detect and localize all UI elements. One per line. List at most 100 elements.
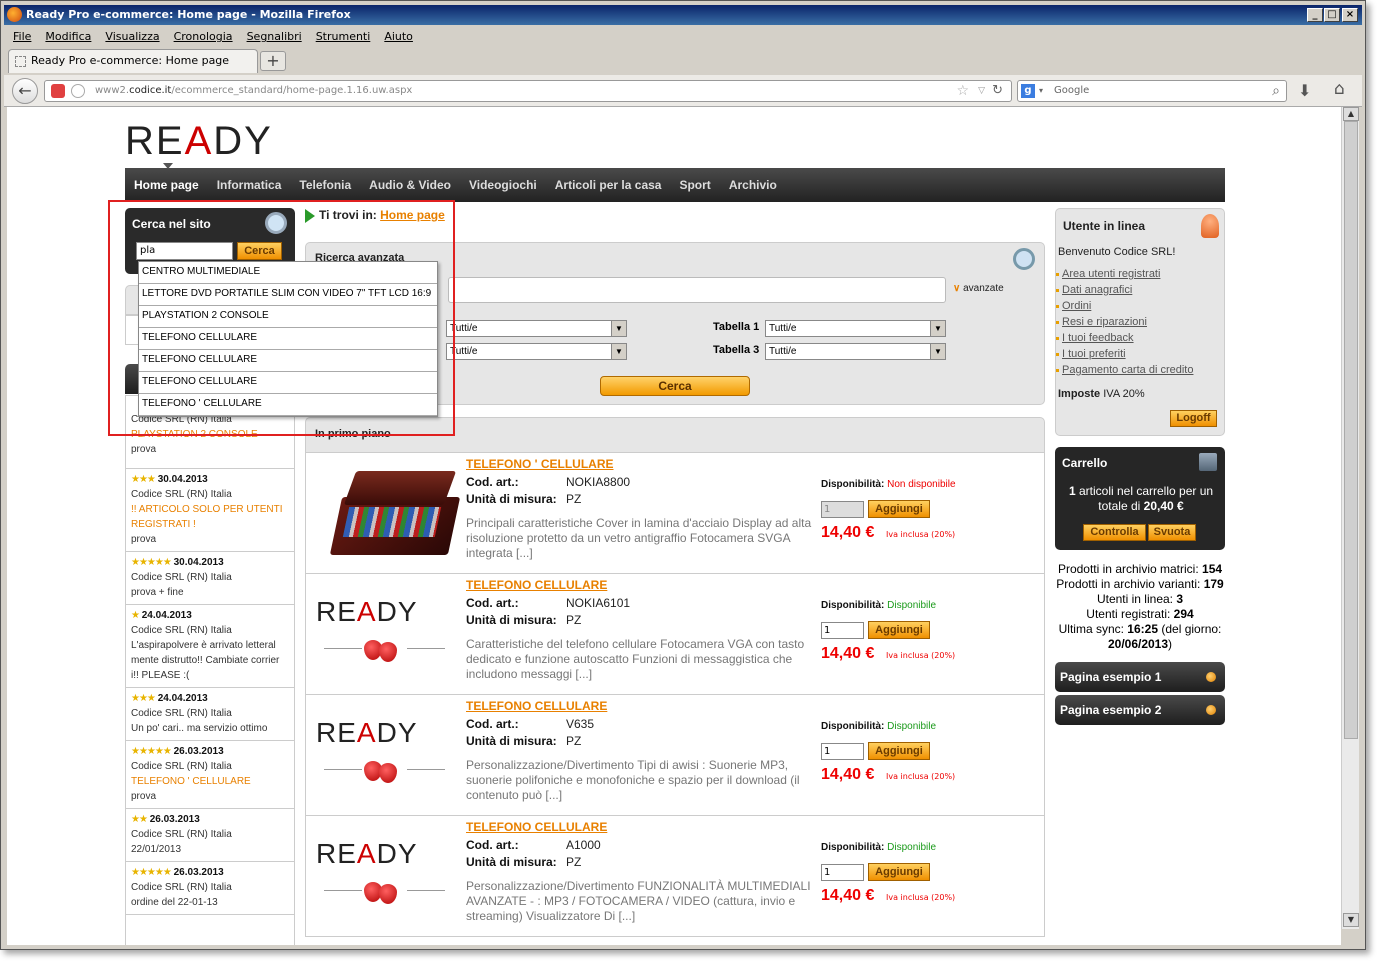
add-to-cart-button[interactable]: Aggiungi [868, 863, 930, 881]
vertical-scrollbar[interactable]: ▲ ▼ [1341, 107, 1359, 929]
product-title-link[interactable]: TELEFONO CELLULARE [466, 820, 607, 834]
advanced-search-button[interactable]: Cerca [600, 376, 750, 396]
quantity-input[interactable]: 1 [821, 743, 864, 760]
add-to-cart-button[interactable]: Aggiungi [868, 500, 930, 518]
engine-dropdown-icon[interactable]: ▾ [1039, 81, 1043, 101]
select-value: Tutti/e [769, 346, 797, 357]
code-label: Cod. art.: [466, 596, 519, 610]
table3-select[interactable]: Tutti/e ▼ [765, 343, 946, 360]
search-engine-box[interactable]: g ▾ Google ⌕ [1017, 80, 1287, 102]
menu-bar: File Modifica Visualizza Cronologia Segnalib… [4, 27, 1362, 47]
review-product-link[interactable]: TELEFONO ' CELLULARE [131, 774, 289, 789]
quantity-input: 1 [821, 501, 864, 518]
nav-archivio[interactable]: Archivio [720, 168, 786, 202]
nav-videogiochi[interactable]: Videogiochi [460, 168, 546, 202]
minimize-button[interactable]: _ [1307, 8, 1323, 22]
ready-logo-image: READY [316, 596, 418, 628]
cart-total: 20,40 € [1143, 499, 1184, 513]
product-image[interactable]: READY [314, 584, 459, 686]
cart-check-button[interactable]: Controlla [1083, 524, 1146, 541]
product-unit: PZ [566, 855, 582, 869]
link-area-utenti[interactable]: Area utenti registrati [1055, 268, 1160, 280]
nav-casa[interactable]: Articoli per la casa [546, 168, 671, 202]
divider-line [407, 769, 445, 770]
page-example-2-button[interactable]: Pagina esempio 2 [1055, 695, 1225, 725]
link-dati-anagrafici[interactable]: Dati anagrafici [1055, 284, 1132, 296]
link-pagamento[interactable]: Pagamento carta di credito [1055, 364, 1193, 376]
browser-tab[interactable]: Ready Pro e-commerce: Home page [8, 49, 258, 73]
product-image[interactable] [314, 463, 461, 565]
menu-strumenti[interactable]: Strumenti [307, 27, 376, 43]
review-author: Codice SRL (RN) Italia [131, 761, 232, 772]
close-button[interactable]: × [1342, 8, 1358, 22]
product-title-link[interactable]: TELEFONO CELLULARE [466, 578, 607, 592]
review-text: L'aspirapolvere è arrivato letteral ment… [131, 640, 280, 681]
page-example-1-button[interactable]: Pagina esempio 1 [1055, 662, 1225, 692]
search-go-icon[interactable]: ⌕ [1272, 81, 1280, 101]
quantity-input[interactable]: 1 [821, 864, 864, 881]
link-ordini[interactable]: Ordini [1055, 300, 1091, 312]
review-date: 26.03.2013 [173, 746, 224, 757]
review-author: Codice SRL (RN) Italia [131, 572, 232, 583]
menu-visualizza[interactable]: Visualizza [96, 27, 164, 43]
cart-empty-button[interactable]: Svuota [1148, 524, 1196, 541]
link-preferiti[interactable]: I tuoi preferiti [1056, 348, 1126, 360]
nav-informatica[interactable]: Informatica [208, 168, 291, 202]
nav-telefonia[interactable]: Telefonia [290, 168, 360, 202]
availability-status: Non disponibile [887, 479, 956, 490]
site-identity-icon[interactable] [71, 84, 85, 98]
advanced-toggle[interactable]: ∨ avanzate [953, 283, 1004, 294]
add-to-cart-button[interactable]: Aggiungi [868, 742, 930, 760]
back-button[interactable]: ← [12, 78, 38, 104]
unit-label: Unità di misura: [466, 492, 557, 506]
rating-stars: ★★★ [131, 474, 156, 485]
menu-modifica[interactable]: Modifica [36, 27, 96, 43]
menu-file[interactable]: File [4, 27, 36, 43]
history-dropdown-icon[interactable]: ▽ [978, 81, 985, 101]
product-image[interactable]: READY [314, 826, 459, 928]
maximize-button[interactable]: □ [1324, 8, 1340, 22]
url-bar[interactable]: www2.codice.it/ecommerce_standard/home-p… [44, 80, 1012, 102]
site-logo[interactable]: READY [125, 119, 273, 164]
window-titlebar: Ready Pro e-commerce: Home page - Mozill… [4, 5, 1362, 25]
divider-line [324, 648, 362, 649]
logoff-button[interactable]: Logoff [1170, 410, 1217, 427]
review-item: ★★★★★ 30.04.2013 Codice SRL (RN) Italia … [126, 552, 294, 605]
table0-select[interactable]: Tutti/e ▼ [446, 320, 627, 337]
nav-home[interactable]: Home page [125, 168, 208, 202]
code-label: Cod. art.: [466, 838, 519, 852]
stat-value: 20/06/2013 [1107, 637, 1169, 651]
calendar-addon-icon[interactable] [51, 84, 65, 98]
review-author: Codice SRL (RN) Italia [131, 625, 232, 636]
advanced-search-input[interactable] [448, 277, 946, 303]
quantity-input[interactable]: 1 [821, 622, 864, 639]
scroll-thumb[interactable] [1344, 121, 1358, 739]
menu-segnalibri[interactable]: Segnalibri [238, 27, 307, 43]
google-icon[interactable]: g [1021, 84, 1035, 98]
table2-select[interactable]: Tutti/e ▼ [446, 343, 627, 360]
availability-status: Disponibile [887, 842, 937, 853]
url-path: /ecommerce_standard/home-page.1.16.uw.as… [171, 85, 413, 96]
home-icon[interactable]: ⌂ [1334, 79, 1345, 99]
product-code: V635 [566, 717, 595, 731]
product-title-link[interactable]: TELEFONO CELLULARE [466, 699, 607, 713]
scroll-up-arrow[interactable]: ▲ [1343, 107, 1359, 121]
bookmark-star-icon[interactable]: ☆ [956, 81, 969, 101]
new-tab-button[interactable]: + [260, 51, 286, 71]
link-resi[interactable]: Resi e riparazioni [1056, 316, 1147, 328]
rating-stars: ★ [131, 610, 140, 621]
product-image[interactable]: READY [314, 705, 459, 807]
reload-icon[interactable]: ↻ [992, 81, 1003, 101]
review-product-link[interactable]: !! ARTICOLO SOLO PER UTENTI REGISTRATI ! [131, 502, 289, 532]
nav-audio-video[interactable]: Audio & Video [360, 168, 460, 202]
add-to-cart-button[interactable]: Aggiungi [868, 621, 930, 639]
link-feedback[interactable]: I tuoi feedback [1056, 332, 1134, 344]
nav-sport[interactable]: Sport [670, 168, 719, 202]
dropdown-arrow-icon: ▼ [930, 321, 945, 336]
menu-aiuto[interactable]: Aiuto [375, 27, 418, 43]
product-title-link[interactable]: TELEFONO ' CELLULARE [466, 457, 614, 471]
table1-select[interactable]: Tutti/e ▼ [765, 320, 946, 337]
scroll-down-arrow[interactable]: ▼ [1343, 913, 1359, 927]
menu-cronologia[interactable]: Cronologia [165, 27, 238, 43]
downloads-icon[interactable]: ⬇ [1298, 81, 1311, 100]
